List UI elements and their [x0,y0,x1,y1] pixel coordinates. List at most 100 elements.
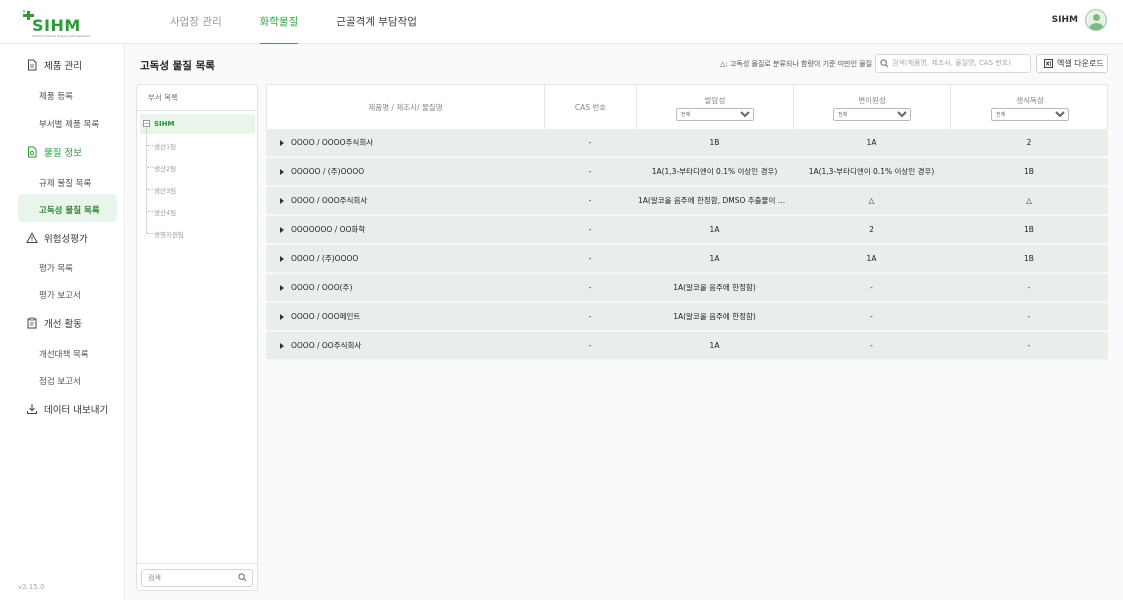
sidebar-item-high-toxicity-list[interactable]: 고독성 물질 목록 [39,204,100,216]
sidebar-group-risk[interactable]: 위험성평가 [26,231,88,245]
sidebar-group-label: 물질 정보 [44,148,82,159]
tree-collapse-icon[interactable]: − [143,120,150,127]
download-icon [27,404,37,414]
cell-name: OOOO / OOO페인트 [291,312,361,321]
version-label: v2.15.0 [18,583,45,591]
cell-mutagenicity: 1A(1,3-부타디엔이 0.1% 이상인 경우) [808,167,935,176]
carcinogenicity-filter-select[interactable]: 전체 [676,108,754,121]
sidebar-group-export[interactable]: 데이터 내보내기 [26,402,108,416]
tree-item-dept[interactable]: 생산4팀 [154,207,176,217]
cell-cas: - [588,312,592,321]
warning-icon [26,232,38,243]
tree-root-label[interactable]: SIHM [154,120,174,128]
column-header-reproductive-toxicity: 생식독성 전체 [951,85,1109,130]
search-input[interactable]: 검색(제품명, 제조사, 물질명, CAS 번호) [875,54,1031,73]
avatar-head-shape [1093,14,1100,21]
table-row[interactable]: OOOO / (주)OOOO - 1A 1A 1B [266,245,1108,273]
tree-connector-line [146,128,147,233]
logo-text: SIHM [32,16,81,35]
column-header-mutagenicity: 변이원성 전체 [794,85,951,130]
cell-reproductive: 1B [1024,167,1034,176]
cell-reproductive: 2 [1026,138,1032,147]
high-toxicity-table: 제품명 / 제조사/ 물질명 CAS 번호 발암성 전체 변이원성 전체 생식독… [266,84,1108,362]
nav-site-management[interactable]: 사업장 관리 [170,0,222,44]
excel-download-button[interactable]: 엑셀 다운로드 [1036,54,1108,73]
cell-mutagenicity: 1A [866,138,877,147]
sidebar-group-improvement[interactable]: 개선 활동 [26,316,82,330]
cell-name: OOOO / OOO주식회사 [291,196,368,205]
sidebar-item-product-register[interactable]: 제품 등록 [39,90,73,102]
user-menu[interactable]: SIHM [1052,9,1107,31]
column-header-carcinogenicity: 발암성 전체 [637,85,794,130]
column-header-name: 제품명 / 제조사/ 물질명 [267,85,545,130]
table-row[interactable]: OOOO / OOOO주식회사 - 1B 1A 2 [266,129,1108,157]
sidebar-item-inspection-report[interactable]: 점검 보고서 [39,375,81,387]
table-row[interactable]: OOOOOOO / OO화학 - 1A 2 1B [266,216,1108,244]
table-row[interactable]: OOOO / OOO(주) - 1A(알코올 음주에 한정함) - - [266,274,1108,302]
mutagenicity-filter-select[interactable]: 전체 [833,108,911,121]
table-row[interactable]: OOOOO / (주)OOOO - 1A(1,3-부타디엔이 0.1% 이상인 … [266,158,1108,186]
cell-reproductive: - [1027,341,1031,350]
cell-cas: - [588,196,592,205]
nav-musculoskeletal[interactable]: 근골격계 부담작업 [336,0,417,44]
cell-carcinogenicity: 1A [709,225,720,234]
reproductive-filter-select[interactable]: 전체 [991,108,1069,121]
department-panel-header: 부서 목록 [137,85,257,111]
user-name: SIHM [1051,15,1078,25]
sihm-logo[interactable]: SIHM Smart Industrial Hygiene Management [22,10,90,38]
cell-mutagenicity: 2 [869,225,874,234]
department-search-placeholder: 검색 [148,574,161,582]
cell-reproductive: - [1027,283,1031,292]
cell-mutagenicity: - [870,312,873,321]
sidebar-group-label: 제품 관리 [44,61,82,72]
sidebar-group-label: 데이터 내보내기 [44,405,109,416]
table-row[interactable]: OOOO / OOO페인트 - 1A(알코올 음주에 한정함) - - [266,303,1108,331]
cell-mutagenicity: - [870,341,873,350]
cell-mutagenicity: 1A [866,254,877,263]
excel-icon [1044,59,1053,68]
tree-branch [147,167,153,168]
cell-name: OOOO / OO주식회사 [291,341,362,350]
avatar-body-shape [1089,23,1104,30]
cell-name: OOOO / OOO(주) [291,283,353,292]
avatar[interactable] [1085,9,1107,31]
cell-cas: - [588,167,592,176]
excel-download-label: 엑셀 다운로드 [1057,59,1104,68]
cell-reproductive: 1B [1024,225,1034,234]
cell-carcinogenicity: 1B [709,138,720,147]
nav-chemicals[interactable]: 화학물질 [259,0,298,45]
legend-note: △: 고독성 물질로 분류되나 함량이 기준 미만인 물질 [720,60,873,68]
tree-branch [147,189,153,190]
table-row[interactable]: OOOO / OO주식회사 - 1A - - [266,332,1108,360]
cell-carcinogenicity: 1A(알코올 음주에 한정함, DMSO 추출물이 3% 이상인 경우) [638,196,788,205]
tree-item-dept[interactable]: 생산2팀 [154,163,176,173]
tree-branch [147,211,153,212]
department-search-input[interactable]: 검색 [141,569,253,587]
sidebar: 제품 관리 제품 등록 부서별 제품 목록 물질 정보 규제 물질 목록 고독성… [0,44,125,600]
search-icon[interactable] [238,573,247,582]
tree-item-dept[interactable]: 생산3팀 [154,185,176,195]
tree-branch [147,233,153,234]
tree-item-dept[interactable]: 경영지원팀 [154,229,184,239]
table-header: 제품명 / 제조사/ 물질명 CAS 번호 발암성 전체 변이원성 전체 생식독… [266,84,1109,130]
sidebar-item-dept-product-list[interactable]: 부서별 제품 목록 [39,118,99,130]
sidebar-item-improvement-list[interactable]: 개선대책 목록 [39,348,89,360]
cell-reproductive: - [1027,312,1031,321]
sidebar-item-regulated-list[interactable]: 규제 물질 목록 [39,177,91,189]
main-nav: 사업장 관리 화학물질 근골격계 부담작업 [170,0,455,45]
sidebar-group-material[interactable]: 물질 정보 [26,145,82,159]
sidebar-group-product[interactable]: 제품 관리 [26,58,82,72]
cell-name: OOOO / (주)OOOO [291,254,359,263]
sidebar-item-assessment-list[interactable]: 평가 목록 [39,262,73,274]
logo-subtext: Smart Industrial Hygiene Management [32,34,91,38]
cell-cas: - [588,225,592,234]
cell-name: OOOOOOO / OO화학 [291,225,366,234]
tree-branch [147,145,153,146]
cell-mutagenicity: △ [868,196,875,205]
tree-item-dept[interactable]: 생산1팀 [154,141,176,151]
search-placeholder: 검색(제품명, 제조사, 물질명, CAS 번호) [892,59,1011,67]
cell-cas: - [588,283,592,292]
department-search-area: 검색 [137,563,257,591]
table-row[interactable]: OOOO / OOO주식회사 - 1A(알코올 음주에 한정함, DMSO 추출… [266,187,1108,215]
sidebar-item-assessment-report[interactable]: 평가 보고서 [39,289,81,301]
